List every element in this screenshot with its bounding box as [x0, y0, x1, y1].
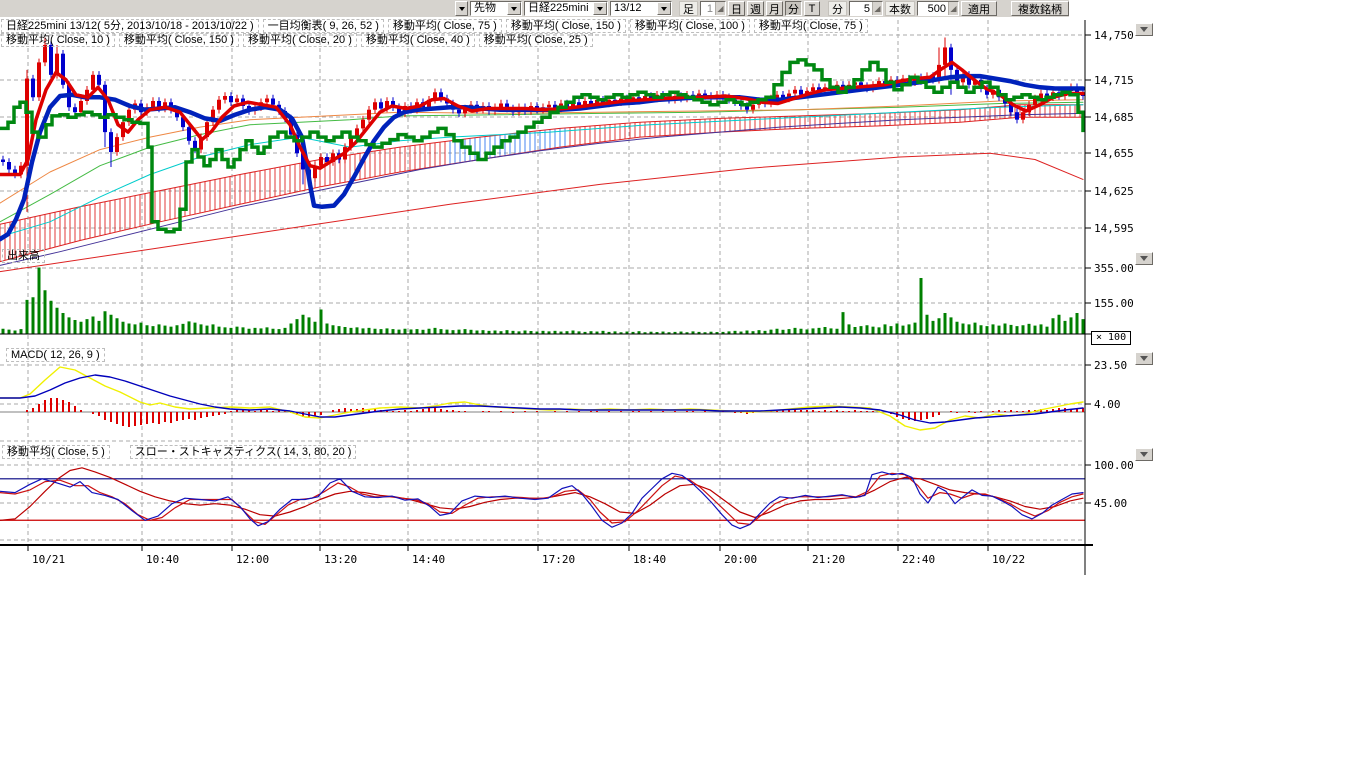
legend-item: 一目均衡表( 9, 26, 52 ): [263, 19, 384, 33]
svg-text:10/21: 10/21: [32, 553, 65, 566]
legend-item: 移動平均( Close, 75 ): [388, 19, 502, 33]
legend-item: 移動平均( Close, 20 ): [243, 33, 357, 47]
legend-item: 移動平均( Close, 150 ): [119, 33, 239, 47]
svg-text:20:00: 20:00: [724, 553, 757, 566]
chevron-down-icon: [1140, 356, 1148, 361]
chevron-down-icon: [1140, 452, 1148, 457]
svg-text:23.50: 23.50: [1094, 359, 1127, 372]
svg-text:14,715: 14,715: [1094, 74, 1134, 87]
svg-text:10/22: 10/22: [992, 553, 1025, 566]
svg-text:14,625: 14,625: [1094, 185, 1134, 198]
legend-item: 移動平均( Close, 5 ): [2, 445, 110, 459]
stoch-panel-dropdown-button[interactable]: [1135, 448, 1153, 461]
price-panel-dropdown-button[interactable]: [1135, 23, 1153, 36]
stoch-panel-labels: 移動平均( Close, 5 ) スロー・ストキャスティクス( 14, 3, 80…: [2, 445, 356, 459]
legend-item: スロー・ストキャスティクス( 14, 3, 80, 20 ): [130, 445, 357, 459]
svg-text:21:20: 21:20: [812, 553, 845, 566]
svg-text:355.00: 355.00: [1094, 262, 1134, 275]
chevron-down-icon: [1140, 256, 1148, 261]
macd-panel-dropdown-button[interactable]: [1135, 352, 1153, 365]
legend-item: 移動平均( Close, 40 ): [361, 33, 475, 47]
svg-text:22:40: 22:40: [902, 553, 935, 566]
svg-text:14,655: 14,655: [1094, 147, 1134, 160]
svg-text:14:40: 14:40: [412, 553, 445, 566]
svg-text:13:20: 13:20: [324, 553, 357, 566]
chart-canvas[interactable]: 10/21 10:40 12:00 13:20 14:40 17:20 18:40 20:00…: [0, 0, 1160, 580]
indicator-legend-row2: 移動平均( Close, 10 ) 移動平均( Close, 150 ) 移動平均(…: [1, 33, 593, 47]
svg-text:12:00: 12:00: [236, 553, 269, 566]
svg-text:14,595: 14,595: [1094, 222, 1134, 235]
svg-text:100.00: 100.00: [1094, 459, 1134, 472]
svg-text:14,750: 14,750: [1094, 29, 1134, 42]
svg-text:17:20: 17:20: [542, 553, 575, 566]
svg-text:14,685: 14,685: [1094, 111, 1134, 124]
legend-item: 移動平均( Close, 150 ): [506, 19, 626, 33]
legend-item: 移動平均( Close, 25 ): [479, 33, 593, 47]
volume-panel-dropdown-button[interactable]: [1135, 252, 1153, 265]
chart-application-window: 先物 日経225mini 13/12 足 1 ◢ 日 週 月 分 T 分 5 ◢…: [0, 0, 1366, 768]
svg-text:155.00: 155.00: [1094, 297, 1134, 310]
svg-text:45.00: 45.00: [1094, 497, 1127, 510]
legend-item: 移動平均( Close, 10 ): [1, 33, 115, 47]
volume-panel-label: 出来高: [2, 249, 45, 263]
svg-text:10:40: 10:40: [146, 553, 179, 566]
indicator-legend-row1: 日経225mini 13/12( 5分, 2013/10/18 - 2013/1…: [1, 19, 868, 33]
svg-text:18:40: 18:40: [633, 553, 666, 566]
svg-text:4.00: 4.00: [1094, 398, 1121, 411]
legend-item: 日経225mini 13/12( 5分, 2013/10/18 - 2013/1…: [1, 19, 259, 33]
legend-item: 移動平均( Close, 100 ): [630, 19, 750, 33]
legend-item: 移動平均( Close, 75 ): [754, 19, 868, 33]
macd-panel-label: MACD( 12, 26, 9 ): [6, 348, 105, 362]
chevron-down-icon: [1140, 27, 1148, 32]
volume-multiplier-badge: × 100: [1091, 331, 1131, 345]
